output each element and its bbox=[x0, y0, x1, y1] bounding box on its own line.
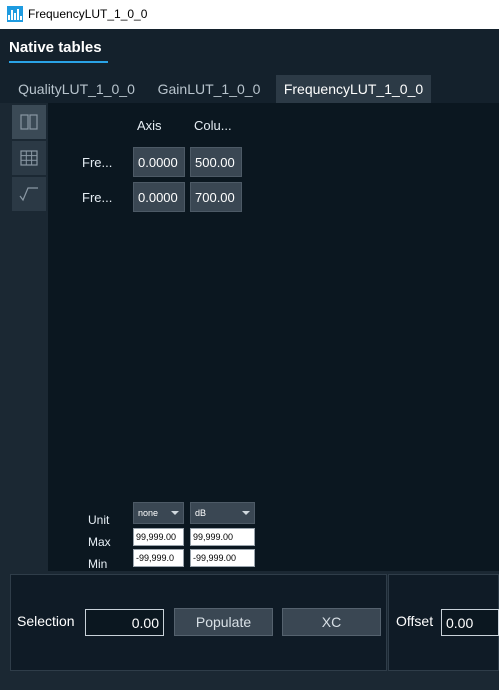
value-unit-select[interactable]: dB bbox=[190, 502, 255, 524]
table-editor-area bbox=[0, 103, 499, 571]
value-unit-value: dB bbox=[195, 508, 207, 518]
selection-label: Selection bbox=[17, 613, 75, 629]
axis-min-input[interactable]: -99,999.0 bbox=[133, 549, 184, 567]
populate-button[interactable]: Populate bbox=[174, 608, 273, 636]
window-titlebar: FrequencyLUT_1_0_0 bbox=[0, 0, 499, 29]
title-underline bbox=[9, 61, 108, 63]
xc-button[interactable]: XC bbox=[282, 608, 381, 636]
window-title: FrequencyLUT_1_0_0 bbox=[28, 7, 148, 21]
unit-label: Unit bbox=[88, 513, 110, 527]
column-header-axis: Axis bbox=[137, 118, 162, 133]
max-label: Max bbox=[88, 535, 111, 549]
tab-frequencylut[interactable]: FrequencyLUT_1_0_0 bbox=[276, 75, 431, 103]
row-label: Fre... bbox=[82, 190, 113, 205]
axis-cell[interactable]: 0.0000 bbox=[133, 147, 185, 177]
left-gutter bbox=[0, 103, 10, 571]
offset-value-input[interactable]: 0.00 bbox=[441, 609, 499, 636]
chevron-down-icon bbox=[242, 511, 250, 515]
row-label: Fre... bbox=[82, 155, 113, 170]
page-title: Native tables bbox=[9, 39, 102, 56]
value-cell[interactable]: 700.00 bbox=[190, 182, 242, 212]
value-cell[interactable]: 500.00 bbox=[190, 147, 242, 177]
axis-cell[interactable]: 0.0000 bbox=[133, 182, 185, 212]
tab-gainlut[interactable]: GainLUT_1_0_0 bbox=[148, 75, 270, 103]
tab-qualitylut[interactable]: QualityLUT_1_0_0 bbox=[9, 75, 144, 103]
columns-view-button[interactable] bbox=[12, 105, 46, 139]
grid-view-button[interactable] bbox=[12, 141, 46, 175]
column-header-value: Colu... bbox=[194, 118, 232, 133]
view-switcher bbox=[10, 103, 48, 571]
waveform-app-icon bbox=[7, 6, 23, 22]
grid-view-icon bbox=[20, 150, 38, 166]
axis-unit-value: none bbox=[138, 508, 159, 518]
value-min-input[interactable]: -99,999.00 bbox=[190, 549, 255, 567]
axis-max-input[interactable]: 99,999.00 bbox=[133, 528, 184, 546]
tab-bar: QualityLUT_1_0_0 GainLUT_1_0_0 Frequency… bbox=[0, 71, 499, 103]
axis-unit-select[interactable]: none bbox=[133, 502, 184, 524]
columns-view-icon bbox=[20, 114, 38, 130]
value-max-input[interactable]: 99,999.00 bbox=[190, 528, 255, 546]
chevron-down-icon bbox=[171, 511, 179, 515]
selection-value-input[interactable]: 0.00 bbox=[85, 609, 164, 636]
formula-view-button[interactable] bbox=[12, 177, 46, 211]
page-header: Native tables bbox=[0, 29, 499, 71]
min-label: Min bbox=[88, 557, 108, 571]
formula-view-icon bbox=[19, 187, 38, 202]
offset-label: Offset bbox=[396, 613, 434, 629]
